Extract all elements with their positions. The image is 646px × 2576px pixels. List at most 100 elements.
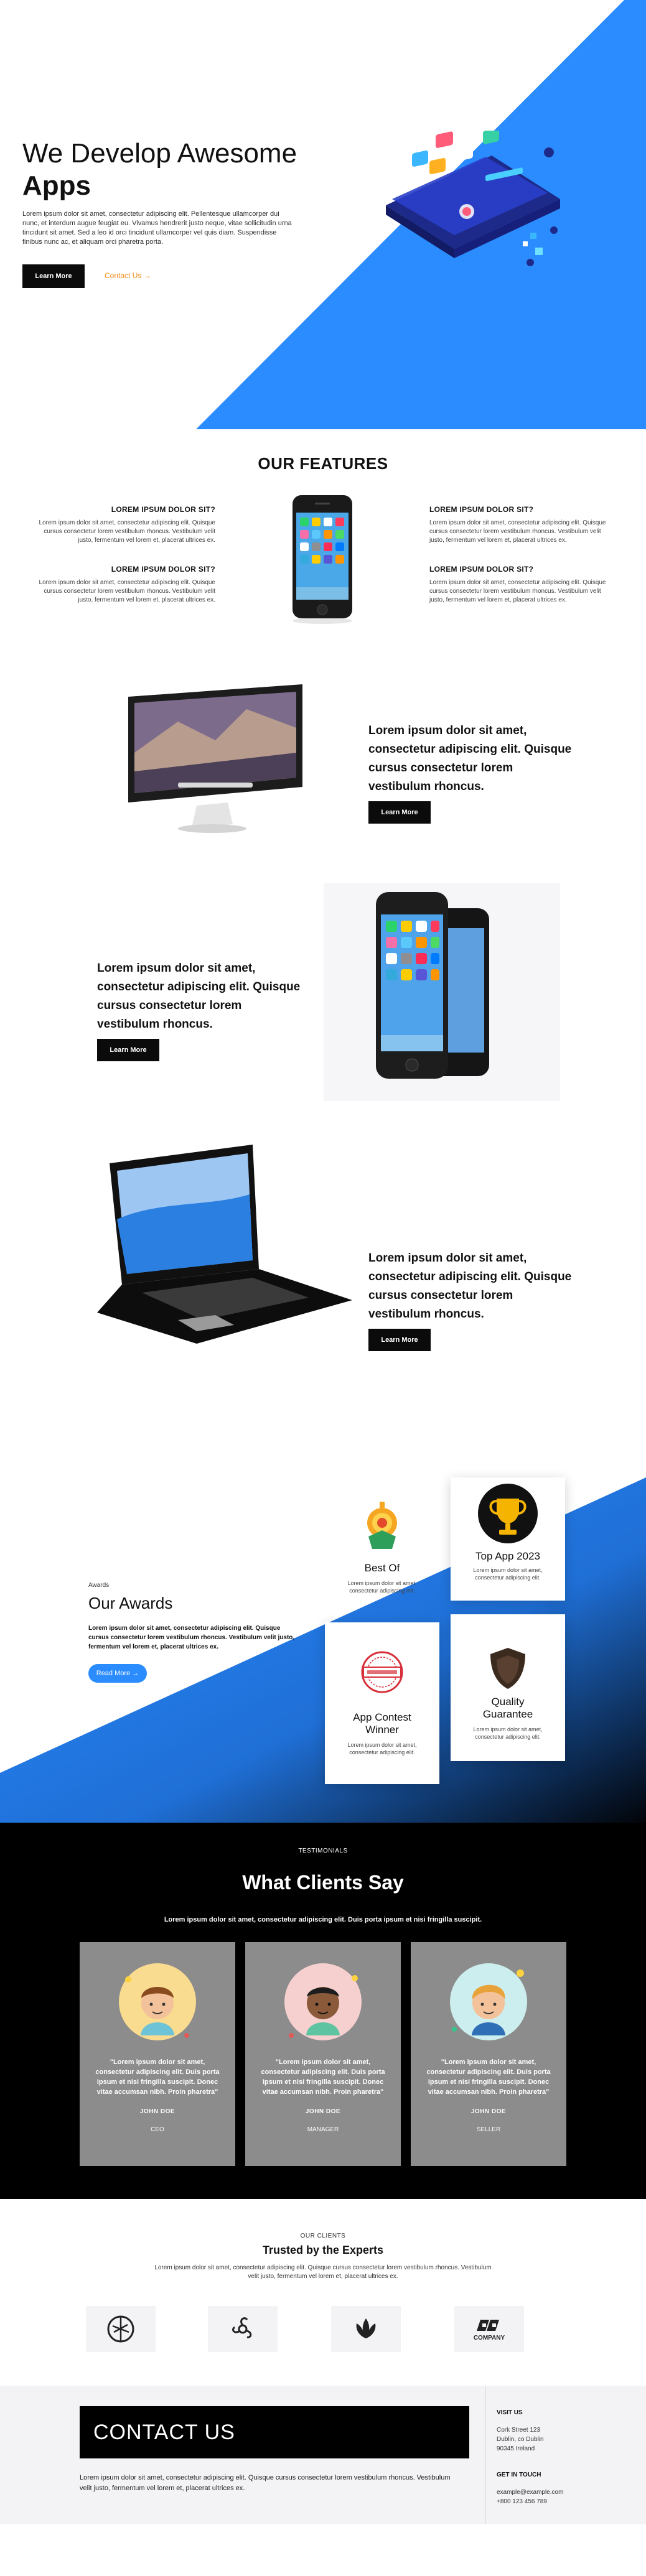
testimonial-quote: "Lorem ipsum dolor sit amet, consectetur… xyxy=(426,2058,551,2096)
feature-row-desktop: Lorem ipsum dolor sit amet, consectetur … xyxy=(0,628,646,883)
hero-learn-more-button[interactable]: Learn More xyxy=(22,264,85,288)
award-card-text: Lorem ipsum dolor sit amet, consectetur … xyxy=(473,1567,543,1581)
two-phones-image xyxy=(376,892,489,1079)
hero-section: We Develop Awesome Apps Lorem ipsum dolo… xyxy=(0,0,646,429)
feature-heading: LOREM IPSUM DOLOR SIT? xyxy=(429,565,534,574)
testimonial-quote: "Lorem ipsum dolor sit amet, consectetur… xyxy=(261,2058,385,2096)
clients-eyebrow: OUR CLIENTS xyxy=(300,2233,346,2239)
award-card-text: Lorem ipsum dolor sit amet, consectetur … xyxy=(473,1726,543,1740)
award-card-title: App Contest Winner xyxy=(353,1711,411,1736)
testimonial-role: CEO xyxy=(151,2126,164,2133)
contact-text: Lorem ipsum dolor sit amet, consectetur … xyxy=(80,2474,451,2492)
circle-logo-icon xyxy=(107,2315,134,2343)
feature-row-phones: Lorem ipsum dolor sit amet, consectetur … xyxy=(0,883,646,1145)
award-card-title: Best Of xyxy=(364,1562,400,1574)
award-card-title: Quality Guarantee xyxy=(482,1696,533,1720)
contact-email[interactable]: example@example.com xyxy=(497,2488,563,2497)
awards-read-more-button[interactable]: Read More → xyxy=(88,1664,147,1683)
testimonial-role: SELLER xyxy=(476,2126,501,2133)
awards-title: Our Awards xyxy=(88,1594,173,1612)
testimonial-name: JOHN DOE xyxy=(470,2108,507,2115)
contact-section: CONTACT US Lorem ipsum dolor sit amet, c… xyxy=(0,2386,646,2524)
award-card-text: Lorem ipsum dolor sit amet, consectetur … xyxy=(347,1580,417,1594)
feature-item: LOREM IPSUM DOLOR SIT? Lorem ipsum dolor… xyxy=(429,565,616,605)
winner-stamp-icon xyxy=(361,1651,403,1693)
feature-heading: LOREM IPSUM DOLOR SIT? xyxy=(111,505,215,514)
clients-title: Trusted by the Experts xyxy=(262,2244,384,2256)
feature-text: Lorem ipsum dolor sit amet, consectetur … xyxy=(39,579,215,603)
clients-text: Lorem ipsum dolor sit amet, consectetur … xyxy=(154,2264,492,2280)
testimonial-card: "Lorem ipsum dolor sit amet, consectetur… xyxy=(245,1942,401,2166)
award-card-text: Lorem ipsum dolor sit amet, consectetur … xyxy=(347,1742,417,1755)
clients-section: OUR CLIENTS Trusted by the Experts Lorem… xyxy=(0,2199,646,2386)
feature-heading: LOREM IPSUM DOLOR SIT? xyxy=(429,505,534,514)
contact-phone[interactable]: +800 123 456 789 xyxy=(497,2497,563,2506)
row-learn-more-button[interactable]: Learn More xyxy=(368,1329,431,1351)
avatar-man-pink xyxy=(284,1963,362,2040)
visit-us-heading: VISIT US xyxy=(497,2409,523,2416)
feature-item: LOREM IPSUM DOLOR SIT? Lorem ipsum dolor… xyxy=(429,505,616,545)
desktop-monitor-image xyxy=(128,684,302,833)
award-card: Best Of Lorem ipsum dolor sit amet, cons… xyxy=(325,1487,439,1610)
shield-icon xyxy=(490,1648,525,1689)
client-logo-circle[interactable] xyxy=(86,2306,156,2352)
awards-eyebrow: Awards xyxy=(88,1582,110,1589)
testimonial-role: MANAGER xyxy=(307,2126,339,2133)
client-logo-company[interactable]: COMPANY xyxy=(454,2306,524,2352)
address-line: Dublin, co Dublin xyxy=(497,2436,544,2443)
testimonial-card: "Lorem ipsum dolor sit amet, consectetur… xyxy=(411,1942,566,2166)
client-logo-lotus[interactable] xyxy=(331,2306,401,2352)
row-learn-more-button[interactable]: Learn More xyxy=(97,1039,159,1061)
app-isometric-illustration xyxy=(386,131,560,266)
award-card-title: Top App 2023 xyxy=(475,1550,540,1562)
lotus-logo-icon xyxy=(356,2318,376,2338)
hero-contact-link[interactable]: Contact Us → xyxy=(105,271,151,280)
row-text: Lorem ipsum dolor sit amet, consectetur … xyxy=(368,724,572,793)
medal-icon xyxy=(367,1502,397,1549)
contact-divider xyxy=(485,2386,486,2524)
row-text: Lorem ipsum dolor sit amet, consectetur … xyxy=(97,962,301,1031)
contact-details: example@example.com +800 123 456 789 xyxy=(497,2488,563,2506)
award-card: Top App 2023 Lorem ipsum dolor sit amet,… xyxy=(451,1477,565,1601)
feature-heading: LOREM IPSUM DOLOR SIT? xyxy=(111,565,215,574)
testimonial-card: "Lorem ipsum dolor sit amet, consectetur… xyxy=(80,1942,235,2166)
row-text: Lorem ipsum dolor sit amet, consectetur … xyxy=(368,1252,572,1321)
client-logo-triskelion[interactable] xyxy=(208,2306,278,2352)
features-section: OUR FEATURES LOREM IPSUM DOLOR SIT? Lore… xyxy=(0,429,646,628)
row-learn-more-button[interactable]: Learn More xyxy=(368,801,431,824)
testimonial-name: JOHN DOE xyxy=(139,2108,176,2115)
contact-title-banner: CONTACT US xyxy=(80,2406,469,2458)
avatar-man-teal xyxy=(450,1963,527,2040)
testimonial-quote: "Lorem ipsum dolor sit amet, consectetur… xyxy=(95,2058,220,2096)
hero-description: Lorem ipsum dolor sit amet, consectetur … xyxy=(22,210,292,246)
contact-address: Cork Street 123 Dublin, co Dublin 90345 … xyxy=(497,2425,544,2453)
awards-text: Lorem ipsum dolor sit amet, consectetur … xyxy=(88,1625,295,1650)
feature-row-laptop: Lorem ipsum dolor sit amet, consectetur … xyxy=(0,1145,646,1437)
company-logo-icon xyxy=(477,2319,499,2331)
hero-title-line2: Apps xyxy=(22,170,91,201)
award-card: App Contest Winner Lorem ipsum dolor sit… xyxy=(325,1622,439,1784)
trophy-icon xyxy=(478,1484,538,1543)
feature-item: LOREM IPSUM DOLOR SIT? Lorem ipsum dolor… xyxy=(29,565,215,605)
feature-text: Lorem ipsum dolor sit amet, consectetur … xyxy=(429,579,606,603)
avatar-man-yellow xyxy=(119,1963,196,2040)
features-title: OUR FEATURES xyxy=(258,454,388,473)
feature-text: Lorem ipsum dolor sit amet, consectetur … xyxy=(429,519,606,544)
address-line: Cork Street 123 xyxy=(497,2427,541,2434)
awards-section: Awards Our Awards Lorem ipsum dolor sit … xyxy=(0,1437,646,1823)
feature-text: Lorem ipsum dolor sit amet, consectetur … xyxy=(39,519,215,544)
award-card: Quality Guarantee Lorem ipsum dolor sit … xyxy=(451,1614,565,1761)
triskelion-logo-icon xyxy=(232,2317,252,2338)
hero-title-line1: We Develop Awesome xyxy=(22,138,297,169)
testimonials-section: TESTIMONIALS What Clients Say Lorem ipsu… xyxy=(0,1823,646,2199)
testimonial-name: JOHN DOE xyxy=(305,2108,341,2115)
testimonials-title: What Clients Say xyxy=(242,1871,404,1894)
phone-image xyxy=(293,495,352,624)
address-line: 90345 Ireland xyxy=(497,2445,535,2452)
company-logo-label: COMPANY xyxy=(473,2334,505,2341)
laptop-image xyxy=(97,1145,352,1344)
get-in-touch-heading: GET IN TOUCH xyxy=(497,2471,541,2478)
testimonials-eyebrow: TESTIMONIALS xyxy=(298,1848,348,1854)
testimonials-subtitle: Lorem ipsum dolor sit amet, consectetur … xyxy=(164,1916,482,1923)
feature-item: LOREM IPSUM DOLOR SIT? Lorem ipsum dolor… xyxy=(29,505,215,545)
